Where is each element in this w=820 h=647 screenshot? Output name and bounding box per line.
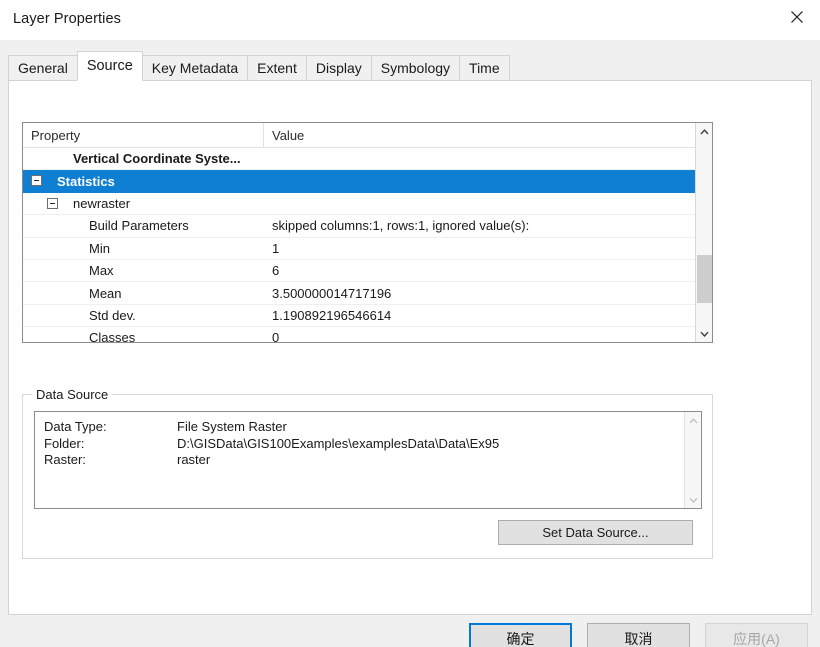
value-cell: 3.500000014717196 xyxy=(272,285,392,301)
table-row[interactable]: Classes 0 xyxy=(23,327,712,343)
value-cell: 6 xyxy=(272,263,280,279)
property-grid-scrollbar[interactable] xyxy=(695,123,712,342)
data-source-value: raster xyxy=(177,452,211,467)
property-label: Vertical Coordinate Syste... xyxy=(73,151,241,167)
layer-properties-dialog: Layer Properties General Source Key Metada… xyxy=(0,0,820,647)
cancel-button[interactable]: 取消 xyxy=(587,623,690,647)
data-source-line: Raster: raster xyxy=(44,452,499,469)
data-source-textbox[interactable]: Data Type: File System Raster Folder: D:\GI… xyxy=(34,411,702,509)
column-header-value[interactable]: Value xyxy=(264,123,712,147)
chevron-down-icon[interactable] xyxy=(685,491,701,508)
set-data-source-button[interactable]: Set Data Source... xyxy=(498,520,693,545)
property-grid[interactable]: Property Value Vertical Coordinate Syste… xyxy=(22,122,713,343)
property-cell: newraster xyxy=(23,193,264,214)
table-row[interactable]: Statistics xyxy=(23,170,712,193)
property-cell: Classes xyxy=(23,327,264,343)
tab-time[interactable]: Time xyxy=(459,55,510,80)
tab-source[interactable]: Source xyxy=(76,51,143,81)
tab-display[interactable]: Display xyxy=(305,55,372,80)
value-cell: 0 xyxy=(272,330,280,343)
collapse-toggle-icon[interactable] xyxy=(47,197,58,209)
data-source-value: D:\GISData\GIS100Examples\examplesData\D… xyxy=(177,435,500,451)
tab-strip: General Source Key Metadata Extent Display Sy… xyxy=(8,51,510,81)
property-label: newraster xyxy=(73,195,131,211)
chevron-up-icon[interactable] xyxy=(696,123,712,140)
data-source-group-title: Data Source xyxy=(32,387,113,402)
table-row[interactable]: Std dev. 1.190892196546614 xyxy=(23,305,712,328)
property-grid-rows: Vertical Coordinate Syste... Statistics ne… xyxy=(23,148,712,343)
property-cell: Mean xyxy=(23,282,264,303)
table-row[interactable]: Min 1 xyxy=(23,238,712,260)
scrollbar-thumb[interactable] xyxy=(697,254,712,303)
window-title: Layer Properties xyxy=(13,11,121,27)
value-cell xyxy=(264,193,712,214)
titlebar: Layer Properties xyxy=(0,0,820,40)
source-tab-panel: Property Value Vertical Coordinate Syste… xyxy=(8,80,812,615)
dialog-body: General Source Key Metadata Extent Display Sy… xyxy=(0,40,820,647)
value-cell: 1 xyxy=(272,240,280,256)
property-cell: Min xyxy=(23,238,264,259)
property-cell: Statistics xyxy=(23,170,264,191)
data-source-lines: Data Type: File System Raster Folder: D:\GI… xyxy=(44,419,499,469)
data-source-group: Data Source Data Type: File System Raster… xyxy=(22,387,713,559)
table-row[interactable]: Max 6 xyxy=(23,260,712,283)
property-cell: Build Parameters xyxy=(23,215,264,236)
data-source-key: Folder: xyxy=(44,435,85,451)
property-cell: Std dev. xyxy=(23,305,264,326)
collapse-toggle-icon[interactable] xyxy=(31,175,42,187)
data-source-line: Data Type: File System Raster xyxy=(44,419,499,436)
property-label: Max xyxy=(89,263,114,279)
property-label: Classes xyxy=(89,330,136,343)
chevron-down-icon[interactable] xyxy=(696,325,712,342)
property-cell: Max xyxy=(23,260,264,281)
value-cell xyxy=(264,148,712,169)
tab-extent[interactable]: Extent xyxy=(247,55,307,80)
close-icon[interactable] xyxy=(774,0,820,33)
property-label: Statistics xyxy=(57,173,115,189)
tab-general[interactable]: General xyxy=(8,55,78,80)
dialog-button-bar: 确定 取消 应用(A) CSDN @Jwwaifen_tree xyxy=(0,623,820,647)
data-source-scrollbar[interactable] xyxy=(684,412,701,508)
value-cell xyxy=(264,170,712,191)
value-cell: skipped columns:1, rows:1, ignored value… xyxy=(272,218,530,234)
tab-symbology[interactable]: Symbology xyxy=(370,55,461,80)
data-source-key: Data Type: xyxy=(44,419,107,434)
property-label: Mean xyxy=(89,285,122,301)
property-label: Build Parameters xyxy=(89,218,189,234)
table-row[interactable]: Build Parameters skipped columns:1, rows:… xyxy=(23,215,712,238)
apply-button: 应用(A) xyxy=(705,623,808,647)
data-source-key: Raster: xyxy=(44,452,86,467)
chevron-up-icon[interactable] xyxy=(685,412,701,429)
tab-key-metadata[interactable]: Key Metadata xyxy=(141,55,249,80)
table-row[interactable]: Mean 3.500000014717196 xyxy=(23,282,712,305)
column-header-property[interactable]: Property xyxy=(23,123,264,147)
ok-button[interactable]: 确定 xyxy=(469,623,572,647)
property-label: Min xyxy=(89,240,110,256)
property-label: Std dev. xyxy=(89,307,136,323)
table-row[interactable]: Vertical Coordinate Syste... xyxy=(23,148,712,171)
data-source-line: Folder: D:\GISData\GIS100Examples\example… xyxy=(44,436,499,453)
table-row[interactable]: newraster xyxy=(23,193,712,216)
property-grid-header: Property Value xyxy=(23,123,712,148)
data-source-value: File System Raster xyxy=(177,419,287,434)
value-cell: 1.190892196546614 xyxy=(272,307,392,323)
property-cell: Vertical Coordinate Syste... xyxy=(23,148,264,169)
